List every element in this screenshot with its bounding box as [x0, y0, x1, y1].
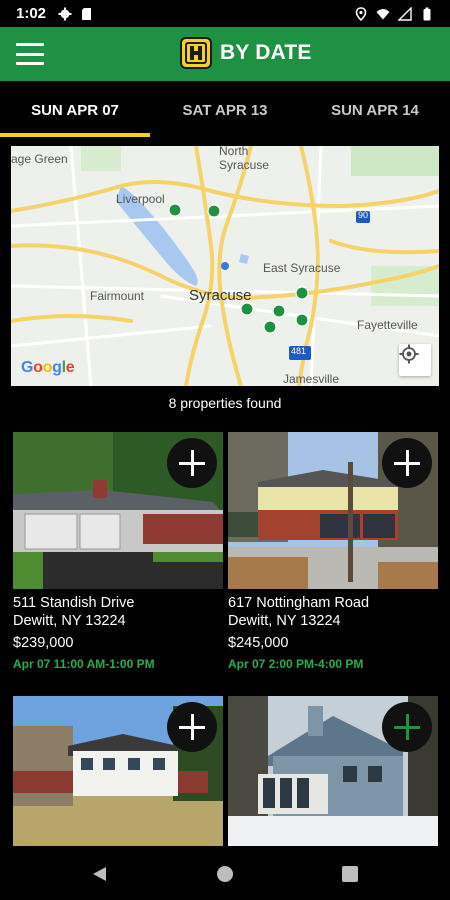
listing-photo[interactable] — [228, 696, 438, 846]
recents-icon[interactable] — [341, 865, 359, 883]
listing-card[interactable]: 617 Nottingham Road Dewitt, NY 13224 $24… — [228, 432, 438, 671]
listing-open-house-time: Apr 07 2:00 PM-4:00 PM — [228, 657, 364, 671]
map-shield-481: 481 — [291, 346, 307, 356]
my-location-button[interactable] — [399, 344, 431, 376]
app-logo-icon — [180, 37, 212, 69]
map-canvas — [11, 146, 439, 386]
add-listing-button[interactable] — [382, 702, 432, 752]
tab-sun-apr-14[interactable]: SUN APR 14 — [300, 81, 450, 139]
signal-icon — [398, 6, 412, 21]
listing-card[interactable] — [228, 696, 438, 846]
app-bar: BY DATE — [0, 27, 450, 81]
map-label-syracuse: Syracuse — [189, 287, 252, 304]
map-label-fayetteville: Fayetteville — [357, 318, 418, 332]
google-logo: Google — [21, 359, 75, 376]
listing-photo[interactable] — [13, 432, 223, 589]
listing-street: 511 Standish Drive — [13, 595, 135, 611]
tab-sun-apr-07[interactable]: SUN APR 07 — [0, 81, 150, 139]
date-tabs: SUN APR 07 SAT APR 13 SUN APR 14 — [0, 81, 450, 139]
listing-photo[interactable] — [228, 432, 438, 589]
map-view[interactable]: age Green North Syracuse Liverpool Fairm… — [11, 146, 439, 386]
listing-street: 617 Nottingham Road — [228, 595, 370, 611]
results-count: 8 properties found — [168, 395, 282, 411]
map-label-sage-green: age Green — [11, 152, 68, 166]
map-label-fairmount: Fairmount — [90, 289, 145, 303]
map-label-liverpool: Liverpool — [116, 192, 165, 206]
wifi-icon — [376, 8, 390, 19]
map-label-jamesville: Jamesville — [283, 372, 340, 386]
map-label-north-syracuse: North Syracuse — [219, 146, 270, 172]
settings-icon — [58, 7, 72, 20]
map-label-east-syracuse: East Syracuse — [263, 261, 341, 275]
status-bar: 1:02 — [0, 0, 450, 27]
back-icon[interactable] — [90, 865, 108, 883]
app-title-group: BY DATE — [180, 37, 312, 69]
listing-city: Dewitt, NY 13224 — [228, 613, 341, 629]
location-icon — [355, 6, 367, 21]
home-icon[interactable] — [216, 865, 234, 883]
listing-price: $239,000 — [13, 635, 74, 651]
listing-card[interactable] — [13, 696, 223, 846]
app-title: BY DATE — [220, 41, 312, 64]
menu-button[interactable] — [14, 41, 46, 67]
battery-icon — [423, 7, 431, 20]
listing-photo[interactable] — [13, 696, 223, 846]
add-listing-button[interactable] — [167, 438, 217, 488]
add-listing-button[interactable] — [382, 438, 432, 488]
status-time: 1:02 — [16, 5, 47, 22]
sd-card-icon — [82, 7, 92, 20]
system-nav-bar — [0, 850, 450, 900]
listing-city: Dewitt, NY 13224 — [13, 613, 126, 629]
tab-sat-apr-13[interactable]: SAT APR 13 — [150, 81, 300, 139]
menu-icon — [16, 43, 44, 46]
listing-open-house-time: Apr 07 11:00 AM-1:00 PM — [13, 657, 155, 671]
crosshair-icon — [399, 344, 419, 364]
map-shield-90: 90 — [358, 210, 369, 220]
active-tab-indicator — [0, 133, 150, 137]
add-listing-button[interactable] — [167, 702, 217, 752]
listing-price: $245,000 — [228, 635, 289, 651]
listing-card[interactable]: 511 Standish Drive Dewitt, NY 13224 $239… — [13, 432, 223, 671]
